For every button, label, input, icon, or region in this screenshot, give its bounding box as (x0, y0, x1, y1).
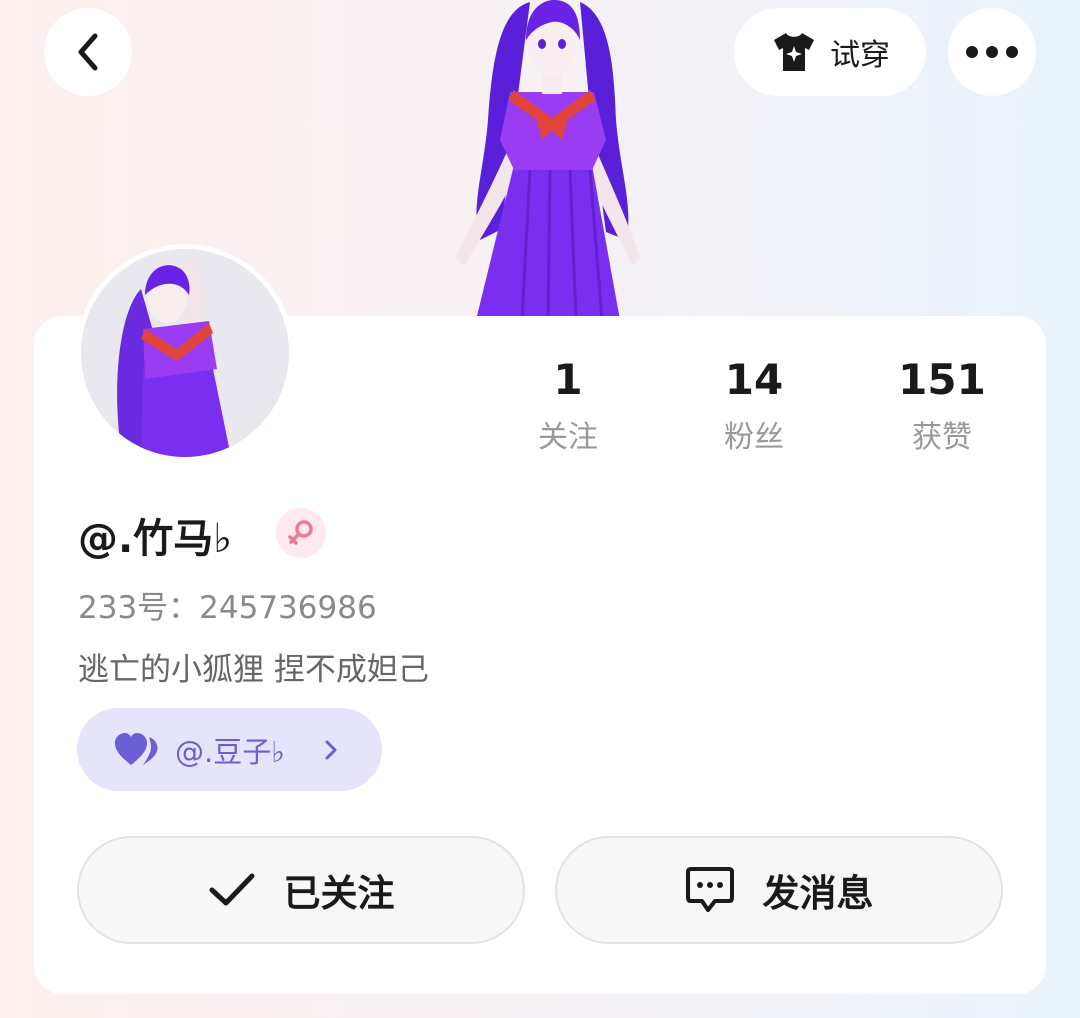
double-heart-icon (115, 732, 158, 765)
more-dots-icon (966, 46, 1018, 58)
cp-tag-button[interactable]: @.豆子♭ (77, 708, 382, 791)
stat-likes-value: 151 (898, 355, 986, 404)
try-on-label: 试穿 (830, 38, 890, 73)
gender-badge (276, 508, 326, 558)
top-bar: 试穿 (0, 0, 1080, 110)
more-button[interactable] (948, 8, 1036, 96)
stat-fans-value: 14 (724, 355, 784, 404)
tshirt-sparkle-icon (774, 33, 814, 71)
stat-likes-label: 获赞 (912, 420, 972, 455)
check-icon (209, 873, 254, 906)
stat-following-value: 1 (553, 355, 583, 404)
back-arrow-icon (78, 33, 98, 71)
avatar-image (81, 249, 289, 457)
profile-avatar[interactable] (76, 244, 294, 462)
stat-following[interactable]: 1 关注 (498, 352, 638, 456)
stat-fans[interactable]: 14 粉丝 (684, 352, 824, 456)
username: @.竹马♭ (78, 516, 233, 562)
followed-button[interactable]: 已关注 (77, 836, 525, 944)
female-symbol-icon (288, 520, 313, 545)
stat-fans-label: 粉丝 (724, 420, 784, 455)
back-button[interactable] (44, 8, 132, 96)
send-message-label: 发消息 (762, 872, 874, 915)
stat-following-label: 关注 (538, 420, 598, 455)
send-message-button[interactable]: 发消息 (555, 836, 1003, 944)
try-on-button[interactable]: 试穿 (734, 8, 926, 96)
chat-bubble-icon (685, 867, 734, 912)
followed-label: 已关注 (283, 872, 395, 915)
stat-likes[interactable]: 151 获赞 (872, 352, 1012, 456)
user-id: 233号：245736986 (78, 590, 377, 626)
chevron-right-icon (323, 738, 339, 762)
bio-text: 逃亡的小狐狸 捏不成妲己 (78, 652, 429, 688)
cp-name: @.豆子♭ (175, 734, 285, 769)
